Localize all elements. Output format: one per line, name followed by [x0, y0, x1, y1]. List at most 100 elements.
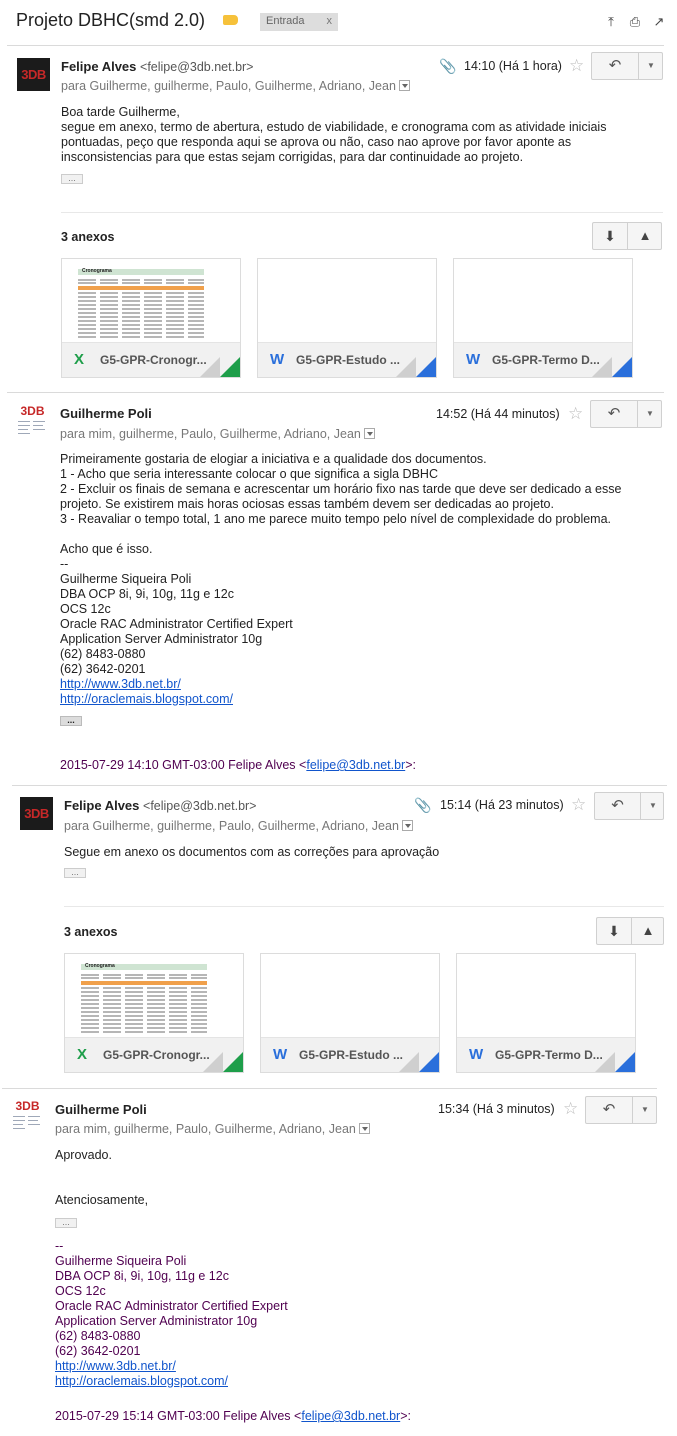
body-line: Boa tarde Guilherme,: [61, 105, 180, 119]
quote-suffix: >:: [400, 1409, 411, 1423]
print-icon[interactable]: ⎙: [628, 15, 642, 29]
remove-label-button[interactable]: x: [327, 15, 333, 27]
avatar[interactable]: 3DB: [16, 405, 49, 438]
star-icon[interactable]: ☆: [571, 796, 586, 813]
attachment-card[interactable]: W G5-GPR-Termo D...: [456, 953, 636, 1073]
show-trimmed-content-button[interactable]: ...: [64, 868, 86, 878]
document-thumbnail: [261, 954, 439, 1037]
divider: [7, 45, 664, 46]
download-all-icon[interactable]: ⬇: [593, 223, 628, 249]
reply-button-group: ↶ ▼: [585, 1096, 657, 1124]
signature-line: Application Server Administrator 10g: [60, 632, 263, 646]
star-icon[interactable]: ☆: [568, 405, 583, 422]
sender-email: <felipe@3db.net.br>: [143, 799, 257, 813]
word-icon: W: [270, 351, 285, 368]
recipients-text: para mim, guilherme, Paulo, Guilherme, A…: [60, 427, 361, 441]
quote-header: 2015-07-29 14:10 GMT-03:00 Felipe Alves …: [60, 758, 416, 772]
reply-button-group: ↶ ▼: [594, 792, 664, 820]
attachment-card[interactable]: W G5-GPR-Termo D...: [453, 258, 633, 378]
signature-line: (62) 3642-0201: [60, 662, 146, 676]
thread-subject: Projeto DBHC(smd 2.0): [16, 10, 206, 30]
reply-icon: ↶: [608, 57, 622, 74]
avatar[interactable]: 3DB: [20, 797, 53, 830]
website-link[interactable]: http://www.3db.net.br/: [55, 1359, 176, 1373]
star-icon[interactable]: ☆: [569, 57, 584, 74]
attachment-card[interactable]: W G5-GPR-Estudo ...: [260, 953, 440, 1073]
signature-line: Guilherme Siqueira Poli: [55, 1254, 187, 1268]
attachment-icon: 📎: [414, 797, 432, 813]
body-line: Aprovado.: [55, 1148, 112, 1162]
save-to-drive-icon[interactable]: ▲: [632, 918, 664, 944]
more-options-button[interactable]: ▼: [640, 53, 662, 79]
show-details-icon[interactable]: [401, 820, 413, 832]
chevron-down-icon: ▼: [647, 61, 655, 70]
attachment-card[interactable]: Cronograma X G5-GPR-Cronogr...: [64, 953, 244, 1073]
sender-name[interactable]: Felipe Alves: [64, 798, 139, 813]
show-details-icon[interactable]: [398, 80, 410, 92]
chevron-down-icon: ▼: [641, 1105, 649, 1114]
body-line: segue em anexo, termo de abertura, estud…: [61, 120, 607, 134]
reply-button[interactable]: ↶: [595, 793, 641, 819]
attachment-name: G5-GPR-Cronogr...: [100, 353, 207, 367]
save-to-drive-icon[interactable]: ▲: [628, 223, 662, 249]
sender-name[interactable]: Guilherme Poli: [55, 1102, 147, 1117]
signature-line: Oracle RAC Administrator Certified Exper…: [55, 1299, 288, 1313]
quote-email-link[interactable]: felipe@3db.net.br: [301, 1409, 400, 1423]
star-icon[interactable]: ☆: [563, 1100, 578, 1117]
divider: [61, 212, 663, 213]
avatar-logo-text: 3DB: [15, 1099, 40, 1113]
document-thumbnail: [258, 259, 436, 342]
show-trimmed-content-button[interactable]: ...: [55, 1218, 77, 1228]
reply-icon: ↶: [607, 405, 621, 422]
reply-button[interactable]: ↶: [586, 1097, 633, 1123]
message-body: Aprovado. Atenciosamente,: [55, 1148, 148, 1208]
sender-email: <felipe@3db.net.br>: [140, 60, 254, 74]
avatar[interactable]: 3DB: [17, 58, 50, 91]
new-window-icon[interactable]: ↗: [652, 15, 666, 29]
message-header: Felipe Alves <felipe@3db.net.br>: [61, 59, 253, 74]
quote-header: 2015-07-29 15:14 GMT-03:00 Felipe Alves …: [55, 1409, 411, 1423]
sender-name[interactable]: Guilherme Poli: [60, 406, 152, 421]
show-trimmed-content-button[interactable]: ...: [61, 174, 83, 184]
attachments-title: 3 anexos: [61, 230, 115, 244]
attachment-card[interactable]: Cronograma X G5-GPR-Cronogr...: [61, 258, 241, 378]
attachment-name: G5-GPR-Termo D...: [492, 353, 600, 367]
quote-email-link[interactable]: felipe@3db.net.br: [306, 758, 405, 772]
recipients-text: para Guilherme, guilherme, Paulo, Guilhe…: [64, 819, 399, 833]
divider: [7, 392, 664, 393]
message-time: 14:52 (Há 44 minutos): [436, 407, 560, 421]
blog-link[interactable]: http://oraclemais.blogspot.com/: [55, 1374, 228, 1388]
more-options-button[interactable]: ▼: [634, 1097, 656, 1123]
attachment-card[interactable]: W G5-GPR-Estudo ...: [257, 258, 437, 378]
signature-line: (62) 3642-0201: [55, 1344, 141, 1358]
label-tag-icon[interactable]: [223, 15, 238, 25]
reply-button[interactable]: ↶: [591, 401, 638, 427]
attachment-name: G5-GPR-Termo D...: [495, 1048, 603, 1062]
reply-button[interactable]: ↶: [592, 53, 639, 79]
signature-line: OCS 12c: [60, 602, 111, 616]
signature-line: (62) 8483-0880: [55, 1329, 141, 1343]
signature-line: DBA OCP 8i, 9i, 10g, 11g e 12c: [55, 1269, 229, 1283]
attachment-icon: 📎: [439, 58, 457, 74]
download-all-icon[interactable]: ⬇: [597, 918, 632, 944]
reply-button-group: ↶ ▼: [591, 52, 663, 80]
signature-line: DBA OCP 8i, 9i, 10g, 11g e 12c: [60, 587, 234, 601]
avatar[interactable]: 3DB: [11, 1100, 44, 1133]
recipients: para mim, guilherme, Paulo, Guilherme, A…: [55, 1122, 370, 1136]
inbox-label-chip[interactable]: Entrada x: [260, 13, 339, 31]
website-link[interactable]: http://www.3db.net.br/: [60, 677, 181, 691]
sender-name[interactable]: Felipe Alves: [61, 59, 136, 74]
more-options-button[interactable]: ▼: [642, 793, 664, 819]
expand-all-icon[interactable]: ⤒: [604, 15, 618, 29]
signature-line: --: [60, 557, 69, 571]
divider: [2, 1088, 657, 1089]
show-details-icon[interactable]: [358, 1123, 370, 1135]
show-details-icon[interactable]: [363, 428, 375, 440]
more-options-button[interactable]: ▼: [639, 401, 661, 427]
recipients-text: para Guilherme, guilherme, Paulo, Guilhe…: [61, 79, 396, 93]
divider: [12, 785, 667, 786]
blog-link[interactable]: http://oraclemais.blogspot.com/: [60, 692, 233, 706]
body-line: pontuadas, peço que responda aqui se apr…: [61, 135, 572, 149]
show-trimmed-content-button[interactable]: ...: [60, 716, 82, 726]
body-line: insconsistencias para que estas sejam co…: [61, 150, 524, 164]
